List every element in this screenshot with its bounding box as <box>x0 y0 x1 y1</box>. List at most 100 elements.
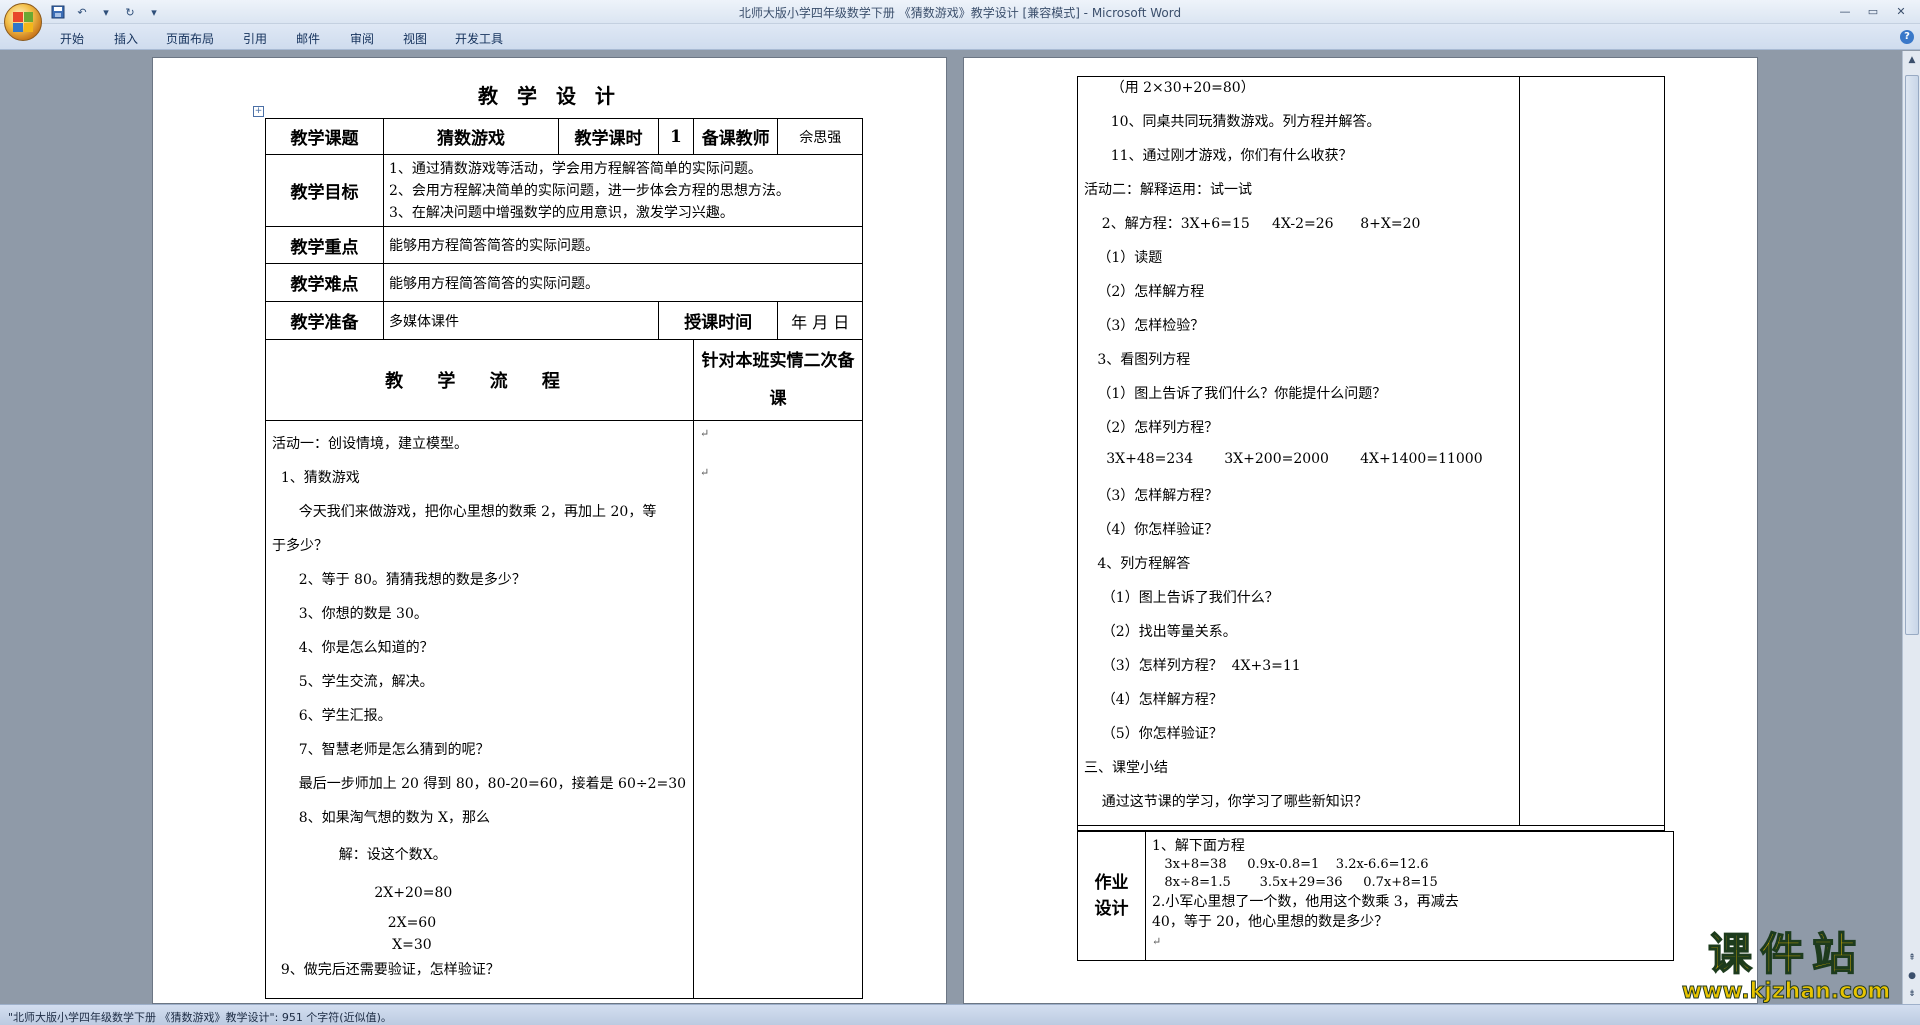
window-controls: — ▭ ✕ <box>1832 2 1914 20</box>
difficulty-value[interactable]: 能够用方程简答简答的实际问题。 <box>382 263 864 302</box>
flow-line: 6、学生汇报。 <box>272 708 392 724</box>
flow-line: （3）怎样列方程？ 4X+3=11 <box>1084 658 1301 674</box>
homework-line: 8x÷8=1.5 3.5x+29=36 0.7x+8=15 <box>1152 875 1438 890</box>
next-page-icon[interactable]: ⇟ <box>1905 987 1919 1001</box>
scroll-up-icon[interactable]: ▲ <box>1905 53 1919 67</box>
goal-item: 1、通过猜数游戏等活动，学会用方程解答简单的实际问题。 <box>388 160 762 177</box>
close-icon[interactable]: ✕ <box>1888 2 1914 20</box>
goals-cell[interactable]: 1、通过猜数游戏等活动，学会用方程解答简单的实际问题。 2、会用方程解决简单的实… <box>382 154 864 227</box>
table-move-handle-icon[interactable]: + <box>253 106 264 117</box>
flow-line: X=30 <box>272 937 432 953</box>
homework-row[interactable]: 作业 设计 1、解下面方程 3x+8=38 0.9x-0.8=1 3.2x-6.… <box>1077 831 1674 961</box>
flow-line: （1）图上告诉了我们什么？你能提什么问题？ <box>1084 386 1387 402</box>
document-page-2[interactable]: （用 2×30+20=80） 10、同桌共同玩猜数游戏。列方程并解答。 11、通… <box>963 57 1758 1004</box>
homework-line: 2.小军心里想了一个数，他用这个数乘 3，再减去 <box>1152 894 1459 910</box>
office-button[interactable] <box>4 3 42 41</box>
flow-line: 通过这节课的学习，你学习了哪些新知识？ <box>1084 794 1368 810</box>
flow-line: 3、你想的数是 30。 <box>272 606 428 622</box>
document-workspace: 教 学 设 计 + 教学课题 猜数游戏 教学课时 1 备课教师 佘思强 教学目标… <box>0 51 1902 1004</box>
teacher-value[interactable]: 佘思强 <box>777 118 863 155</box>
flow-line: 解：设这个数X。 <box>272 847 447 863</box>
hours-value[interactable]: 1 <box>657 118 694 155</box>
column-divider <box>1519 77 1520 825</box>
class-time-value[interactable]: 年 月 日 <box>777 301 863 340</box>
window-title: 北师大版小学四年级数学下册 《猜数游戏》教学设计 [兼容模式] - Micros… <box>738 6 1182 20</box>
vertical-scrollbar[interactable]: ▲ ⇞ ● ⇟ <box>1902 51 1920 1004</box>
homework-line: 1、解下面方程 <box>1152 838 1245 854</box>
flow-line: 11、通过刚才游戏，你们有什么收获？ <box>1084 148 1353 164</box>
topic-label: 教学课题 <box>265 118 384 155</box>
lesson-plan-table: 教学课题 猜数游戏 教学课时 1 备课教师 佘思强 教学目标 1、通过猜数游戏等… <box>265 118 864 999</box>
flow-line: 1、猜数游戏 <box>272 470 360 486</box>
flow-line: （4）怎样解方程？ <box>1084 692 1223 708</box>
flow-line: 2、等于 80。猜猜我想的数是多少？ <box>272 572 526 588</box>
browse-object-icon[interactable]: ● <box>1905 969 1919 983</box>
previous-page-icon[interactable]: ⇞ <box>1905 951 1919 965</box>
document-page-1[interactable]: 教 学 设 计 + 教学课题 猜数游戏 教学课时 1 备课教师 佘思强 教学目标… <box>152 57 947 1004</box>
preparation-value[interactable]: 多媒体课件 <box>382 301 659 340</box>
flow-line: 活动二：解释运用：试一试 <box>1084 182 1252 198</box>
flow-line: 2、解方程：3X+6=15 4X-2=26 8+X=20 <box>1084 216 1421 232</box>
row-divider <box>1078 825 1664 826</box>
flow-line: 最后一步师加上 20 得到 80，80-20=60，接着是 60÷2=30 <box>272 776 687 792</box>
homework-line: 3x+8=38 0.9x-0.8=1 3.2x-6.6=12.6 <box>1152 857 1429 872</box>
flow-line: （3）怎样解方程？ <box>1084 488 1219 504</box>
watermark-text: 课件站 <box>1707 929 1864 981</box>
status-bar: "北师大版小学四年级数学下册 《猜数游戏》教学设计": 951 个字符(近似值)… <box>0 1004 1920 1025</box>
difficulty-label: 教学难点 <box>265 263 384 302</box>
watermark-url: www.kjzhan.com <box>1681 979 1891 1004</box>
paragraph-mark: ↵ <box>1152 935 1162 948</box>
second-prep-cell[interactable]: ↵ ↵ <box>692 420 864 999</box>
flow-line: （2）怎样解方程 <box>1084 284 1205 300</box>
help-icon[interactable]: ? <box>1900 30 1914 44</box>
paragraph-mark: ↵ <box>699 427 710 440</box>
paragraph-mark: ↵ <box>699 466 710 479</box>
hours-label: 教学课时 <box>557 118 659 155</box>
flow-line: （1）图上告诉了我们什么？ <box>1084 590 1279 606</box>
tab-home[interactable]: 开始 <box>60 30 84 47</box>
office-logo-icon <box>13 12 33 32</box>
flow-line: （5）你怎样验证？ <box>1084 726 1223 742</box>
flow-line: 4、你是怎么知道的？ <box>272 640 434 656</box>
teacher-label: 备课教师 <box>692 118 779 155</box>
flow-line: 活动一：创设情境，建立模型。 <box>272 436 468 452</box>
teaching-flow-continued[interactable]: （用 2×30+20=80） 10、同桌共同玩猜数游戏。列方程并解答。 11、通… <box>1077 76 1665 831</box>
topic-value[interactable]: 猜数游戏 <box>382 118 559 155</box>
scrollbar-thumb[interactable] <box>1905 75 1919 635</box>
flow-line: 三、课堂小结 <box>1084 760 1168 776</box>
flow-line: （用 2×30+20=80） <box>1084 80 1255 96</box>
tab-insert[interactable]: 插入 <box>114 30 138 47</box>
flow-line: 9、做完后还需要验证，怎样验证？ <box>272 962 500 978</box>
tab-page-layout[interactable]: 页面布局 <box>166 30 214 47</box>
key-point-value[interactable]: 能够用方程简答简答的实际问题。 <box>382 226 864 264</box>
flow-line: （4）你怎样验证？ <box>1084 522 1219 538</box>
preparation-label: 教学准备 <box>265 301 384 340</box>
tab-view[interactable]: 视图 <box>403 30 427 47</box>
flow-line: 3X+48=234 3X+200=2000 4X+1400=11000 <box>1084 451 1483 467</box>
site-watermark: 课件站 www.kjzhan.com <box>1670 929 1902 1008</box>
homework-content[interactable]: 1、解下面方程 3x+8=38 0.9x-0.8=1 3.2x-6.6=12.6… <box>1152 836 1459 952</box>
teaching-flow-header: 教 学 流 程 <box>265 339 694 421</box>
tab-mailings[interactable]: 邮件 <box>296 30 320 47</box>
homework-label-line: 作业 <box>1094 873 1129 893</box>
flow-line: （1）读题 <box>1084 250 1163 266</box>
goals-label: 教学目标 <box>265 154 384 227</box>
ribbon-tabs: 开始 插入 页面布局 引用 邮件 审阅 视图 开发工具 ? <box>0 24 1920 50</box>
minimize-icon[interactable]: — <box>1832 2 1858 20</box>
flow-line: 10、同桌共同玩猜数游戏。列方程并解答。 <box>1084 114 1381 130</box>
second-prep-header: 针对本班实情二次备课 <box>692 339 864 421</box>
key-point-label: 教学重点 <box>265 226 384 264</box>
flow-line: 4、列方程解答 <box>1084 556 1191 572</box>
maximize-icon[interactable]: ▭ <box>1860 2 1886 20</box>
class-time-label: 授课时间 <box>657 301 779 340</box>
homework-label-line: 设计 <box>1094 899 1129 919</box>
title-bar: ↶ ▾ ↻ ▾ 北师大版小学四年级数学下册 《猜数游戏》教学设计 [兼容模式] … <box>0 0 1920 24</box>
tab-review[interactable]: 审阅 <box>350 30 374 47</box>
tab-developer[interactable]: 开发工具 <box>455 30 503 47</box>
tab-references[interactable]: 引用 <box>243 30 267 47</box>
goal-item: 3、在解决问题中增强数学的应用意识，激发学习兴趣。 <box>388 204 734 221</box>
flow-line: 8、如果淘气想的数为 X，那么 <box>272 810 491 826</box>
teaching-flow-cell[interactable]: 活动一：创设情境，建立模型。 1、猜数游戏 今天我们来做游戏，把你心里想的数乘 … <box>265 420 694 999</box>
status-text: "北师大版小学四年级数学下册 《猜数游戏》教学设计": 951 个字符(近似值)… <box>8 1011 392 1024</box>
homework-line: 40，等于 20，他心里想的数是多少？ <box>1152 914 1389 930</box>
